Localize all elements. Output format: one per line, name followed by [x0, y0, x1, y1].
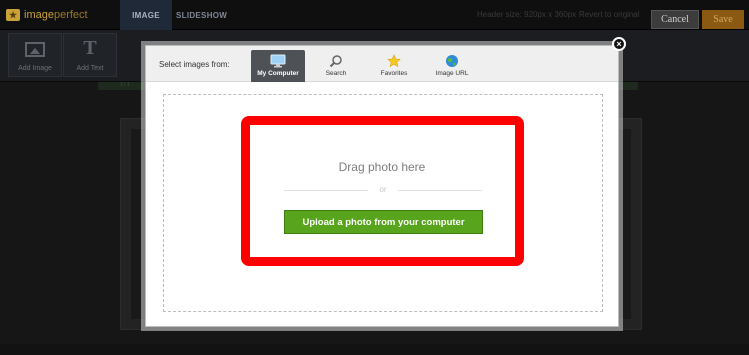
- app-logo[interactable]: ★ imageperfect: [6, 7, 88, 23]
- highlight-box: [241, 116, 524, 266]
- tab-image-url[interactable]: Image URL: [425, 50, 479, 82]
- tab-my-computer[interactable]: My Computer: [251, 50, 305, 82]
- logo-text: imageperfect: [24, 9, 88, 21]
- tab-my-computer-label: My Computer: [257, 70, 299, 77]
- add-text-label: Add Text: [76, 65, 104, 72]
- cancel-button[interactable]: Cancel: [651, 10, 699, 29]
- app-header: ★ imageperfect IMAGE SLIDESHOW Header si…: [0, 0, 749, 30]
- tab-slideshow[interactable]: SLIDESHOW: [176, 0, 227, 30]
- tab-favorites-label: Favorites: [380, 70, 408, 77]
- tab-image[interactable]: IMAGE: [120, 0, 172, 30]
- canvas-strip-text: 1 / 1: [120, 82, 130, 88]
- bottom-bar: [0, 344, 749, 355]
- monitor-icon: [270, 54, 286, 68]
- tab-favorites[interactable]: Favorites: [367, 50, 421, 82]
- add-image-button[interactable]: Add Image: [8, 33, 62, 77]
- logo-icon: ★: [6, 9, 20, 21]
- save-button[interactable]: Save: [702, 10, 744, 29]
- header-size-text: Header size: 920px x 360px: [477, 10, 577, 19]
- image-icon: [25, 42, 45, 57]
- magnifier-icon: [329, 54, 343, 68]
- tab-image-url-label: Image URL: [435, 70, 469, 77]
- tab-search[interactable]: Search: [309, 50, 363, 82]
- dialog-header: Select images from: My Computer Search F…: [146, 46, 618, 82]
- close-icon[interactable]: ×: [612, 37, 626, 51]
- star-icon: [387, 54, 401, 68]
- tab-search-label: Search: [325, 70, 347, 77]
- revert-to-original-link[interactable]: Revert to original: [579, 10, 639, 19]
- add-text-button[interactable]: T Add Text: [63, 33, 117, 77]
- globe-icon: [445, 54, 459, 68]
- text-icon: T: [83, 37, 97, 59]
- add-image-label: Add Image: [18, 65, 52, 72]
- select-images-label: Select images from:: [159, 60, 230, 69]
